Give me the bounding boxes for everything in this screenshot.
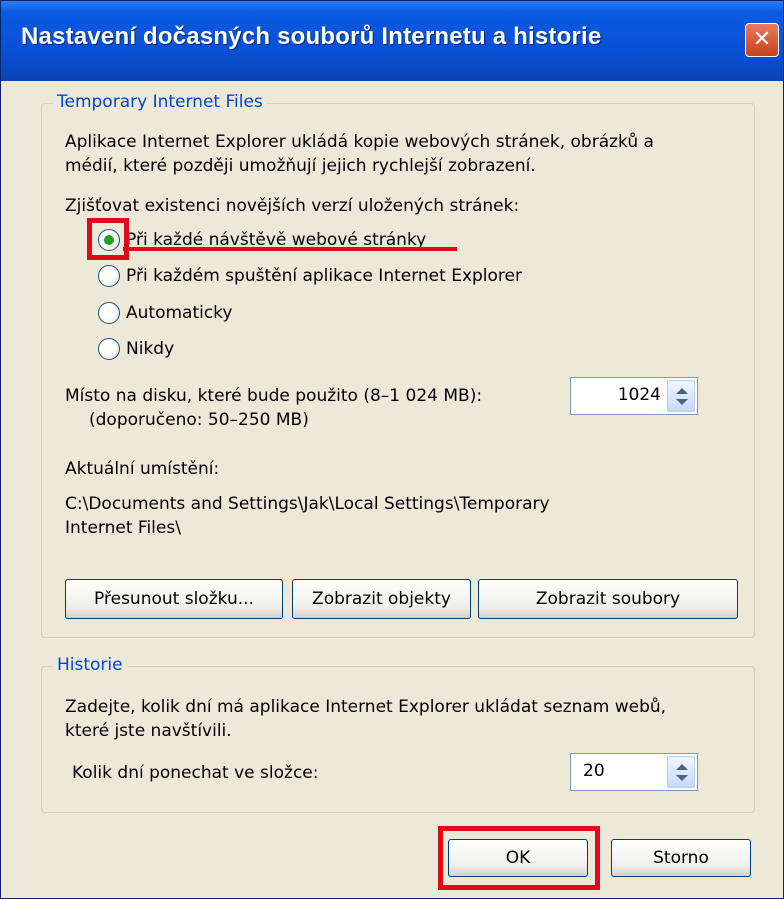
check-newer-label: Zjišťovat existenci novějších verzí ulož… [65,196,520,216]
view-objects-button[interactable]: Zobrazit objekty [292,579,471,619]
highlight-ok-box [438,826,600,890]
radio-never[interactable] [98,338,120,360]
option-never-label[interactable]: Nikdy [126,337,174,361]
disk-space-spin-buttons[interactable] [667,380,695,412]
disk-space-spinner[interactable]: 1024 [570,377,698,415]
history-days-value[interactable]: 20 [583,761,605,781]
location-path-2: Internet Files\ [65,518,181,538]
history-description-1: Zadejte, kolik dní má aplikace Internet … [65,697,667,717]
disk-space-value[interactable]: 1024 [618,385,661,405]
close-icon: ✕ [752,27,772,52]
spin-up-icon[interactable] [676,388,688,394]
history-days-spinner[interactable]: 20 [570,753,698,791]
highlight-radio-box [87,218,129,260]
cancel-button[interactable]: Storno [611,839,751,877]
option-automatic-label[interactable]: Automaticky [126,301,232,325]
window-title: Nastavení dočasných souborů Internetu a … [21,23,602,50]
radio-every-start[interactable] [98,265,120,287]
spin-down-icon[interactable] [676,399,688,405]
highlight-underline [123,247,457,251]
radio-automatic[interactable] [98,302,120,324]
location-path-1: C:\Documents and Settings\Jak\Local Sett… [65,494,550,514]
location-label: Aktuální umístění: [65,459,220,479]
disk-space-label-1: Místo na disku, které bude použito (8–1 … [65,386,483,406]
dialog-window: Nastavení dočasných souborů Internetu a … [0,0,784,899]
view-files-button[interactable]: Zobrazit soubory [478,579,738,619]
temp-files-legend: Temporary Internet Files [53,92,267,112]
history-legend: Historie [53,655,127,675]
move-folder-button[interactable]: Přesunout složku... [65,579,283,619]
spin-down-icon[interactable] [676,775,688,781]
title-bar[interactable]: Nastavení dočasných souborů Internetu a … [1,1,783,81]
temp-files-description-1: Aplikace Internet Explorer ukládá kopie … [65,132,654,152]
close-button[interactable]: ✕ [745,23,779,57]
temp-files-description-2: médií, které později umožňují jejich ryc… [65,156,536,176]
history-days-label: Kolik dní ponechat ve složce: [72,763,319,783]
history-days-spin-buttons[interactable] [667,756,695,788]
history-description-2: které jste navštívili. [65,721,232,741]
disk-space-label-2: (doporučeno: 50–250 MB) [89,410,309,430]
spin-up-icon[interactable] [676,764,688,770]
temp-files-group [41,103,755,638]
option-every-start-label[interactable]: Při každém spuštění aplikace Internet Ex… [126,264,522,288]
